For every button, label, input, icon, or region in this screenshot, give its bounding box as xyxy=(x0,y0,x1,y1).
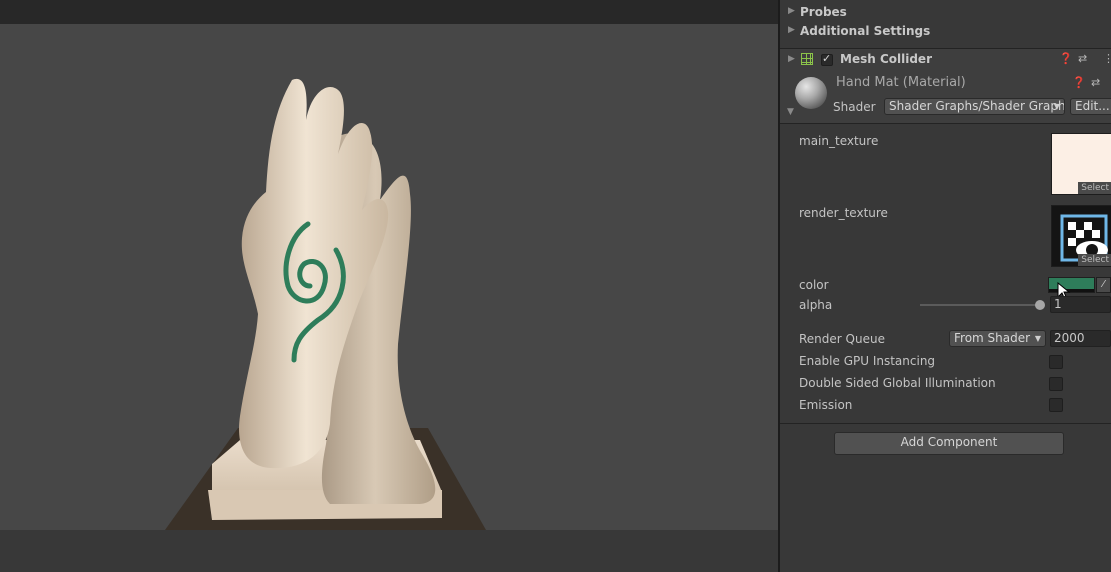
render-queue-value: 2000 xyxy=(1054,331,1085,345)
double-sided-gi-label: Double Sided Global Illumination xyxy=(799,376,996,390)
render-queue-field[interactable]: 2000 xyxy=(1050,330,1111,347)
foldout-arrow-icon: ▶ xyxy=(788,25,795,35)
render-queue-label: Render Queue xyxy=(799,332,885,346)
render-queue-mode: From Shader xyxy=(954,331,1031,345)
mesh-collider-header[interactable]: ▶ Mesh Collider ❓ ⇄ ⋮ xyxy=(780,48,1111,72)
render-texture-label: render_texture xyxy=(799,206,888,220)
color-alpha-bar xyxy=(1049,289,1094,292)
foldout-arrow-icon: ▶ xyxy=(788,6,795,16)
chevron-down-icon: ▼ xyxy=(1034,334,1041,343)
help-icon[interactable]: ❓ xyxy=(1059,52,1073,65)
presets-icon[interactable]: ⇄ xyxy=(1091,76,1100,89)
alpha-value: 1 xyxy=(1054,297,1062,311)
render-texture-select-button[interactable]: Select xyxy=(1078,254,1111,266)
foldout-additional-settings[interactable]: ▶ Additional Settings xyxy=(780,23,1111,41)
component-title: Mesh Collider xyxy=(840,52,932,66)
more-options-icon[interactable]: ⋮ xyxy=(1107,76,1111,89)
foldout-probes[interactable]: ▶ Probes xyxy=(780,4,1111,22)
render-texture-slot[interactable]: Select xyxy=(1051,205,1111,267)
unity-editor: ▶ Probes ▶ Additional Settings ▶ Mesh Co… xyxy=(0,0,1111,572)
foldout-arrow-icon: ▶ xyxy=(788,54,795,64)
alpha-label: alpha xyxy=(799,298,833,312)
scene-toolbar xyxy=(0,0,778,24)
scene-status-bar xyxy=(0,530,778,572)
alpha-slider-track[interactable] xyxy=(920,304,1040,306)
material-foldout-icon[interactable]: ▼ xyxy=(787,107,794,117)
scene-viewport[interactable] xyxy=(0,24,778,530)
help-icon[interactable]: ❓ xyxy=(1072,76,1086,89)
shader-dropdown[interactable]: Shader Graphs/Shader Graph ▼ xyxy=(884,98,1065,115)
chevron-down-icon: ▼ xyxy=(1053,102,1060,111)
eyedropper-icon[interactable]: ⁄ xyxy=(1096,277,1111,293)
gpu-instancing-checkbox[interactable] xyxy=(1049,355,1063,369)
more-options-icon[interactable]: ⋮ xyxy=(1103,52,1111,65)
main-texture-select-button[interactable]: Select xyxy=(1078,182,1111,194)
mesh-collider-enabled-checkbox[interactable] xyxy=(821,52,833,66)
color-label: color xyxy=(799,278,829,292)
edit-shader-button[interactable]: Edit... xyxy=(1070,98,1111,115)
material-name: Hand Mat (Material) xyxy=(836,75,966,90)
shader-value: Shader Graphs/Shader Graph xyxy=(889,99,1065,113)
scene-view xyxy=(0,0,778,572)
divider xyxy=(780,423,1111,424)
alpha-field[interactable]: 1 xyxy=(1050,296,1111,313)
alpha-slider-handle[interactable] xyxy=(1035,300,1045,310)
foldout-label: Probes xyxy=(800,5,847,19)
color-swatch[interactable] xyxy=(1048,277,1095,293)
gpu-instancing-label: Enable GPU Instancing xyxy=(799,354,936,368)
main-texture-slot[interactable]: Select xyxy=(1051,133,1111,195)
emission-label: Emission xyxy=(799,398,853,412)
mesh-collider-icon xyxy=(801,53,813,65)
add-component-label: Add Component xyxy=(900,435,998,449)
material-header: Hand Mat (Material) ❓ ⇄ ⋮ Shader Shader … xyxy=(780,71,1111,124)
add-component-button[interactable]: Add Component xyxy=(834,432,1064,455)
presets-icon[interactable]: ⇄ xyxy=(1078,52,1087,65)
edit-label: Edit... xyxy=(1075,99,1110,113)
render-queue-dropdown[interactable]: From Shader ▼ xyxy=(949,330,1046,347)
foldout-label: Additional Settings xyxy=(800,24,931,38)
shader-label: Shader xyxy=(833,100,876,114)
inspector-panel: ▶ Probes ▶ Additional Settings ▶ Mesh Co… xyxy=(780,0,1111,572)
hand-model[interactable] xyxy=(0,24,778,530)
material-preview-sphere[interactable] xyxy=(795,77,827,109)
double-sided-gi-checkbox[interactable] xyxy=(1049,377,1063,391)
emission-checkbox[interactable] xyxy=(1049,398,1063,412)
main-texture-label: main_texture xyxy=(799,134,879,148)
